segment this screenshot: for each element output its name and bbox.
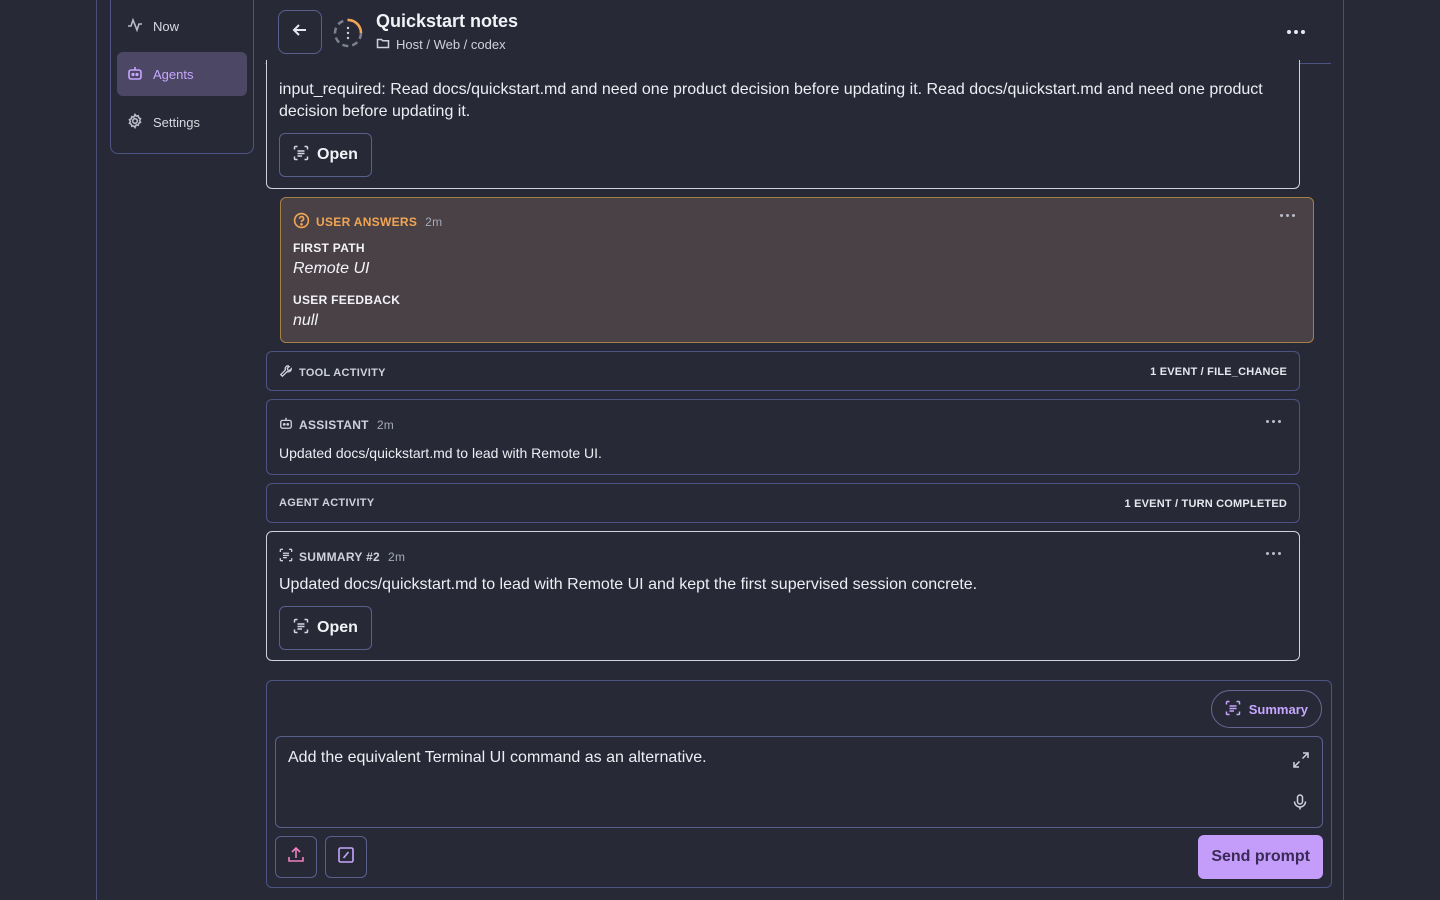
slash-square-icon [336, 845, 356, 870]
upload-icon [286, 845, 306, 870]
summary-chip-label: Summary [1248, 701, 1308, 717]
assistant-message-text: Updated docs/quickstart.md to lead with … [279, 445, 602, 461]
upload-button[interactable] [275, 836, 317, 878]
scan-text-icon [1225, 700, 1241, 719]
timestamp: 2m [388, 549, 406, 564]
sidebar-item-agents[interactable]: Agents [117, 52, 247, 96]
page-title: Quickstart notes [376, 11, 519, 31]
microphone-icon [1291, 794, 1309, 815]
more-horizontal-icon [1287, 30, 1305, 34]
user-answers-label: USER ANSWERS [316, 215, 418, 229]
open-summary-button[interactable]: Open [279, 606, 372, 650]
folder-icon [376, 36, 390, 53]
tool-activity-row[interactable]: TOOL ACTIVITY 1 EVENT / FILE_CHANGE [266, 351, 1300, 391]
open-label: Open [317, 619, 358, 636]
summary-header: SUMMARY #2 2m [279, 548, 405, 565]
voice-input-button[interactable] [1291, 793, 1309, 816]
scan-text-icon [279, 548, 293, 565]
input-required-card: input_required: Read docs/quickstart.md … [266, 60, 1300, 189]
answer-field-label: USER FEEDBACK [293, 293, 401, 307]
breadcrumb-path: Host / Web / codex [396, 37, 506, 52]
assistant-header: ASSISTANT 2m [279, 416, 394, 433]
scan-text-icon [293, 618, 309, 639]
assistant-message-card: ASSISTANT 2m Updated docs/quickstart.md … [266, 399, 1300, 475]
agent-activity-label: AGENT ACTIVITY [279, 497, 375, 509]
tool-activity-meta: 1 EVENT / FILE_CHANGE [1150, 366, 1287, 378]
summary-more-button[interactable] [1262, 548, 1285, 559]
answer-field-value: Remote UI [293, 260, 370, 277]
open-label: Open [317, 146, 358, 163]
timestamp: 2m [425, 215, 443, 229]
agent-activity-meta: 1 EVENT / TURN COMPLETED [1124, 498, 1287, 510]
gear-icon [127, 112, 143, 132]
sidebar-item-settings[interactable]: Settings [117, 100, 247, 144]
session-status-spinner-icon [332, 17, 364, 49]
user-answers-card: USER ANSWERS 2m FIRST PATH Remote UI USE… [280, 197, 1314, 343]
agent-activity-row[interactable]: AGENT ACTIVITY 1 EVENT / TURN COMPLETED [266, 483, 1300, 523]
session-header: Quickstart notes Host / Web / codex [265, 0, 1331, 64]
back-button[interactable] [278, 10, 322, 54]
wrench-icon [279, 364, 293, 381]
arrow-left-icon [291, 21, 309, 44]
tool-activity-header: TOOL ACTIVITY [279, 364, 386, 381]
activity-icon [127, 17, 143, 36]
sidebar-item-label: Now [153, 18, 180, 34]
scan-text-icon [293, 145, 309, 166]
sidebar-item-label: Settings [153, 114, 200, 130]
breadcrumb: Host / Web / codex [376, 36, 506, 53]
assistant-label: ASSISTANT [299, 417, 369, 432]
prompt-textarea-container [275, 736, 1323, 828]
sidebar-item-now[interactable]: Now [117, 4, 247, 48]
send-prompt-button[interactable]: Send prompt [1198, 835, 1323, 879]
header-more-button[interactable] [1281, 18, 1311, 46]
sidebar-item-label: Agents [153, 66, 194, 82]
bot-icon [279, 416, 293, 433]
summary-toggle-button[interactable]: Summary [1210, 690, 1322, 728]
more-horizontal-icon [1280, 214, 1295, 217]
more-horizontal-icon [1266, 552, 1281, 555]
open-input-button[interactable]: Open [279, 133, 372, 177]
more-horizontal-icon [1266, 420, 1281, 423]
assistant-more-button[interactable] [1262, 416, 1285, 427]
sidebar: Now Agents Settings [110, 0, 254, 154]
summary-text: Updated docs/quickstart.md to lead with … [279, 576, 978, 593]
slash-command-button[interactable] [325, 836, 367, 878]
user-answers-header: USER ANSWERS 2m [293, 212, 442, 232]
tool-activity-label: TOOL ACTIVITY [299, 366, 386, 379]
bot-icon [127, 65, 143, 84]
user-answers-more-button[interactable] [1276, 210, 1299, 221]
timestamp: 2m [376, 417, 395, 432]
app-shell: Now Agents Settings Quickstart notes Hos… [96, 0, 1344, 900]
expand-icon [1292, 752, 1310, 773]
expand-button[interactable] [1292, 751, 1310, 774]
prompt-input[interactable] [288, 749, 1278, 767]
answer-field-label: FIRST PATH [293, 241, 365, 255]
summary-label: SUMMARY #2 [299, 549, 381, 564]
input-required-text: input_required: Read docs/quickstart.md … [279, 81, 1263, 120]
answer-field-value: null [293, 312, 318, 329]
prompt-composer: Summary Send prompt [266, 680, 1332, 888]
question-circle-icon [293, 212, 310, 232]
summary-card: SUMMARY #2 2m Updated docs/quickstart.md… [266, 531, 1300, 661]
